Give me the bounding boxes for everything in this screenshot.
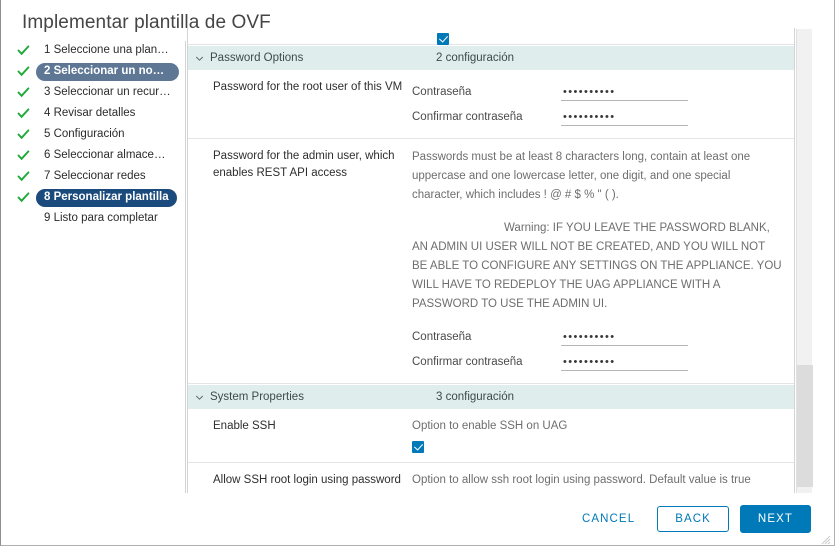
dialog-footer: CANCEL BACK NEXT: [2, 493, 833, 544]
admin-password-confirm-input[interactable]: [561, 354, 688, 371]
sidebar-item-8[interactable]: 8 Personalizar plantilla: [2, 188, 185, 207]
check-icon: [17, 170, 30, 183]
clipped-row-above: [188, 28, 795, 45]
setting-help-text: Option to allow ssh root login using pas…: [412, 474, 751, 486]
checkbox-clipped[interactable]: [437, 33, 449, 45]
setting-row-enable-ssh: Enable SSH Option to enable SSH on UAG: [188, 409, 795, 463]
setting-label: Password for the root user of this VM: [213, 81, 403, 93]
section-header-password-options[interactable]: Password Options 2 configuración: [188, 45, 795, 70]
field-label: Contraseña: [412, 331, 472, 343]
password-blank-warning-text: Warning: IF YOU LEAVE THE PASSWORD BLANK…: [412, 222, 782, 310]
deploy-ovf-dialog: Implementar plantilla de OVF 1 Seleccion…: [0, 0, 835, 546]
sidebar-item-1[interactable]: 1 Seleccione una plantilla d...: [2, 41, 185, 60]
sidebar-item-2[interactable]: 2 Seleccionar un nombre y ...: [2, 62, 185, 81]
sidebar-item-4[interactable]: 4 Revisar detalles: [2, 104, 185, 123]
setting-value: Option to allow ssh root login using pas…: [412, 472, 795, 493]
check-icon: [17, 149, 30, 162]
section-count: 3 configuración: [436, 391, 514, 403]
sidebar-item-label: 1 Seleccione una plantilla d...: [44, 43, 179, 56]
sidebar-item-9[interactable]: 9 Listo para completar: [2, 209, 185, 228]
chevron-down-icon: [188, 54, 210, 63]
section-title: System Properties: [210, 391, 304, 403]
chevron-down-icon: [188, 393, 210, 402]
field-root-password: Contraseña: [412, 81, 782, 104]
setting-value: Passwords must be at least 8 characters …: [412, 148, 795, 374]
setting-label: Password for the admin user, which enabl…: [213, 150, 395, 179]
sidebar-item-label: 3 Seleccionar un recurso in...: [44, 85, 179, 98]
setting-help-text: Option to enable SSH on UAG: [412, 420, 568, 432]
setting-row-admin-password: Password for the admin user, which enabl…: [188, 139, 795, 384]
root-password-input[interactable]: [561, 84, 688, 101]
setting-row-ssh-root-password: Allow SSH root login using password Opti…: [188, 463, 795, 493]
sidebar-item-label: 7 Seleccionar redes: [44, 169, 146, 182]
back-button[interactable]: BACK: [657, 505, 729, 532]
sidebar-item-6[interactable]: 6 Seleccionar almacenamie...: [2, 146, 185, 165]
sidebar-item-3[interactable]: 3 Seleccionar un recurso in...: [2, 83, 185, 102]
check-icon: [17, 128, 30, 141]
check-icon: [17, 191, 30, 204]
sidebar-item-label: 6 Seleccionar almacenamie...: [44, 148, 179, 161]
setting-value: Option to enable SSH on UAG: [412, 418, 795, 453]
field-label: Confirmar contraseña: [412, 356, 523, 368]
resize-grip-icon[interactable]: [821, 532, 831, 545]
setting-value: Contraseña Confirmar contraseña: [412, 79, 795, 129]
check-icon: [17, 107, 30, 120]
field-admin-password: Contraseña: [412, 326, 782, 349]
next-button[interactable]: NEXT: [739, 504, 811, 533]
section-title: Password Options: [210, 52, 304, 64]
setting-row-root-password: Password for the root user of this VM Co…: [188, 70, 795, 139]
settings-scroll-area: Password Options 2 configuración Passwor…: [187, 28, 795, 493]
field-admin-password-confirm: Confirmar contraseña: [412, 351, 782, 374]
content-right-divider: [794, 28, 795, 493]
admin-password-input[interactable]: [561, 329, 688, 346]
sidebar-item-label: 9 Listo para completar: [44, 211, 158, 224]
field-root-password-confirm: Confirmar contraseña: [412, 106, 782, 129]
setting-label: Enable SSH: [213, 420, 276, 432]
vertical-scrollbar-track[interactable]: [796, 29, 813, 493]
sidebar-item-7[interactable]: 7 Seleccionar redes: [2, 167, 185, 186]
section-count: 2 configuración: [436, 52, 514, 64]
sidebar-item-5[interactable]: 5 Configuración: [2, 125, 185, 144]
password-requirements-text: Passwords must be at least 8 characters …: [412, 151, 751, 201]
field-label: Contraseña: [412, 86, 472, 98]
check-icon: [17, 86, 30, 99]
vertical-scrollbar-thumb[interactable]: [797, 365, 813, 487]
check-icon: [17, 44, 30, 57]
cancel-button[interactable]: CANCEL: [572, 507, 645, 531]
root-password-confirm-input[interactable]: [561, 109, 688, 126]
sidebar-item-label: 8 Personalizar plantilla: [36, 188, 177, 207]
check-icon: [17, 65, 30, 78]
sidebar-item-label: 2 Seleccionar un nombre y ...: [36, 62, 179, 81]
enable-ssh-checkbox[interactable]: [412, 441, 424, 453]
sidebar-item-label: 4 Revisar detalles: [44, 106, 136, 119]
wizard-steps-sidebar: 1 Seleccione una plantilla d... 2 Selecc…: [2, 41, 186, 493]
setting-label: Allow SSH root login using password: [213, 474, 401, 486]
section-header-system-properties[interactable]: System Properties 3 configuración: [188, 384, 795, 409]
sidebar-item-label: 5 Configuración: [44, 127, 125, 140]
field-label: Confirmar contraseña: [412, 111, 523, 123]
